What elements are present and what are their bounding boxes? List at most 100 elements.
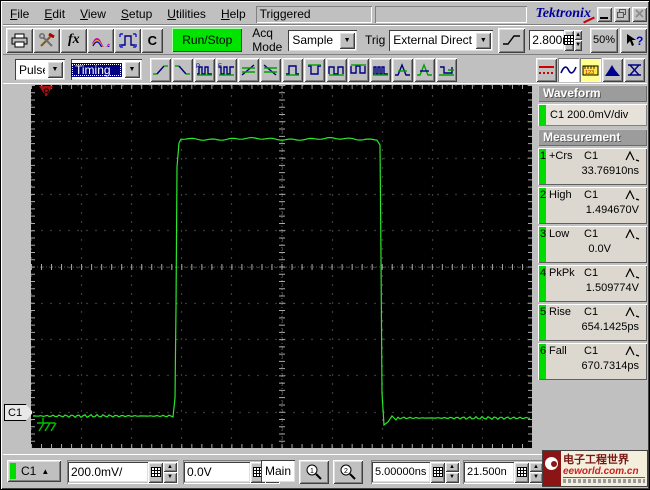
keypad-button[interactable]	[148, 461, 163, 483]
keypad-button[interactable]	[514, 461, 529, 483]
pulse-glyph-icon	[625, 189, 640, 201]
chevron-down-icon[interactable]: ▼	[339, 31, 356, 49]
measurement-item-1[interactable]: 1 +Crs C1 33.76910ns	[538, 148, 647, 185]
trig-slope-button[interactable]	[498, 27, 526, 53]
ground-symbol-icon	[37, 418, 57, 432]
zoom2-button[interactable]: 2	[333, 460, 363, 484]
trigger-setup-hold-button[interactable]	[436, 57, 457, 82]
pulse-glyph-icon	[625, 345, 640, 357]
trigger-width-pos-button[interactable]	[392, 57, 413, 82]
close-button[interactable]	[631, 6, 647, 22]
glitch-neg-icon: F	[218, 64, 234, 76]
menu-setup[interactable]: Setup	[114, 5, 160, 23]
chevron-down-icon[interactable]: ▼	[124, 61, 140, 78]
clear-icon: C	[147, 32, 158, 48]
vertical-scale-spinner[interactable]: ▲ ▼	[163, 461, 177, 483]
record-scale-field[interactable]: 5.00000ns	[372, 462, 430, 482]
horizontal-position-field[interactable]: 21.500n	[464, 462, 514, 482]
trigger-edge-rise-button[interactable]	[150, 57, 171, 82]
waveform-colors-button[interactable]	[87, 27, 115, 53]
message-box	[375, 6, 527, 23]
trigger-train-neg-button[interactable]	[348, 57, 369, 82]
pulse-pos-icon	[286, 64, 299, 76]
eeworld-watermark: 电子工程世界 eeworld.com.cn	[542, 450, 648, 487]
mask-test-button[interactable]	[624, 57, 645, 82]
trigger-runt-rise-button[interactable]	[238, 57, 259, 82]
setup-hold-icon	[439, 65, 454, 76]
vertical-scale-field[interactable]: 200.0mV/	[68, 462, 148, 482]
menu-help[interactable]: Help	[214, 5, 254, 23]
cursors-button[interactable]	[536, 57, 557, 82]
measurement-tool-button[interactable]: 123	[580, 57, 601, 82]
vertical-offset-field[interactable]: 0.0V	[184, 462, 250, 482]
trigger-edge-fall-button[interactable]	[172, 57, 193, 82]
tools-button[interactable]	[33, 27, 61, 53]
magnifier-1-icon: 1	[306, 464, 322, 480]
watermark-fine-print	[563, 479, 645, 483]
trig-source-select[interactable]: External Direct ▼	[389, 29, 494, 51]
waveform-channel-entry[interactable]: C1 200.0mV/div	[538, 104, 647, 126]
printer-icon	[11, 33, 28, 47]
trigger-pulse-neg-button[interactable]	[304, 57, 325, 82]
spin-down-icon[interactable]: ▼	[574, 40, 583, 51]
run-stop-button[interactable]: Run/Stop	[172, 28, 243, 52]
restore-button[interactable]	[614, 6, 630, 22]
horizontal-mode-box[interactable]: Main	[261, 460, 295, 482]
trigger-type-select[interactable]: Timing ▼	[71, 59, 142, 80]
chevron-down-icon[interactable]: ▼	[47, 61, 63, 78]
zoom1-button[interactable]: 1	[299, 460, 329, 484]
channel-marker[interactable]: C1	[4, 404, 33, 421]
waveform-view-button[interactable]	[558, 57, 579, 82]
trigger-train-pos-button[interactable]	[326, 57, 347, 82]
clear-button[interactable]: C	[141, 27, 164, 53]
trig-level-spinner[interactable]: ▲ ▼	[574, 29, 583, 51]
pulse-glyph-icon	[625, 228, 640, 240]
menu-view[interactable]: View	[73, 5, 114, 23]
keypad-icon	[150, 467, 161, 477]
histogram-button[interactable]	[602, 57, 623, 82]
trigger-runt-fall-button[interactable]	[260, 57, 281, 82]
glitch-pos-icon: P	[196, 64, 212, 76]
measurement-item-3[interactable]: 3 Low C1 0.0V	[538, 226, 647, 263]
trigger-pulse-pos-button[interactable]	[282, 57, 303, 82]
trigger-class-select[interactable]: Pulse ▼	[15, 59, 65, 80]
rising-slope-icon	[503, 35, 521, 45]
menu-file[interactable]: File	[3, 5, 37, 23]
minimize-button[interactable]	[596, 6, 613, 22]
graticule-grid	[31, 85, 532, 448]
chevron-down-icon[interactable]: ▼	[475, 31, 492, 49]
display-zoom-button[interactable]: 50%	[590, 27, 619, 53]
trig-level-field[interactable]: 2.800mV	[529, 30, 565, 50]
svg-text:?: ?	[636, 34, 643, 48]
horizontal-position-spinner[interactable]: ▲ ▼	[529, 461, 543, 483]
spin-up-icon[interactable]: ▲	[574, 29, 583, 40]
math-button[interactable]: fx	[60, 27, 88, 53]
measurement-item-6[interactable]: 6 Fall C1 670.7314ps	[538, 343, 647, 380]
trigger-width-neg-button[interactable]	[414, 57, 435, 82]
measurement-item-5[interactable]: 5 Rise C1 654.1425ps	[538, 304, 647, 341]
controls-sidebar: Waveform C1 200.0mV/div Measurement 1 +C…	[538, 85, 647, 451]
waveform-panel-header: Waveform	[538, 85, 647, 102]
vertical-top-scale: 1.800V	[33, 86, 72, 100]
trigger-burst-button[interactable]	[370, 57, 391, 82]
measurement-item-2[interactable]: 2 High C1 1.494670V	[538, 187, 647, 224]
measurement-item-4[interactable]: 4 PkPk C1 1.509774V	[538, 265, 647, 302]
channel-select-button[interactable]: C1 ▲	[7, 460, 61, 482]
context-help-button[interactable]: ?	[620, 27, 648, 53]
menu-edit[interactable]: Edit	[37, 5, 73, 23]
autoset-button[interactable]	[114, 27, 142, 53]
multi-waveform-icon	[91, 38, 110, 47]
print-button[interactable]	[6, 27, 34, 53]
watermark-site-name: 电子工程世界	[563, 454, 629, 466]
pulse-glyph-icon	[625, 150, 640, 162]
menu-utilities[interactable]: Utilities	[160, 5, 214, 23]
waveform-display[interactable]: 1.800V -200.0mV 5.000ns/div C1	[31, 85, 532, 448]
record-scale-spinner[interactable]: ▲ ▼	[445, 461, 459, 483]
trigger-glitch-pos-button[interactable]: P	[194, 57, 215, 82]
keypad-button[interactable]	[564, 29, 575, 51]
keypad-button[interactable]	[430, 461, 445, 483]
acq-mode-select[interactable]: Sample ▼	[288, 29, 358, 51]
eeworld-logo-icon	[543, 451, 561, 486]
trigger-glitch-neg-button[interactable]: F	[216, 57, 237, 82]
channel-color-stripe	[10, 463, 16, 479]
